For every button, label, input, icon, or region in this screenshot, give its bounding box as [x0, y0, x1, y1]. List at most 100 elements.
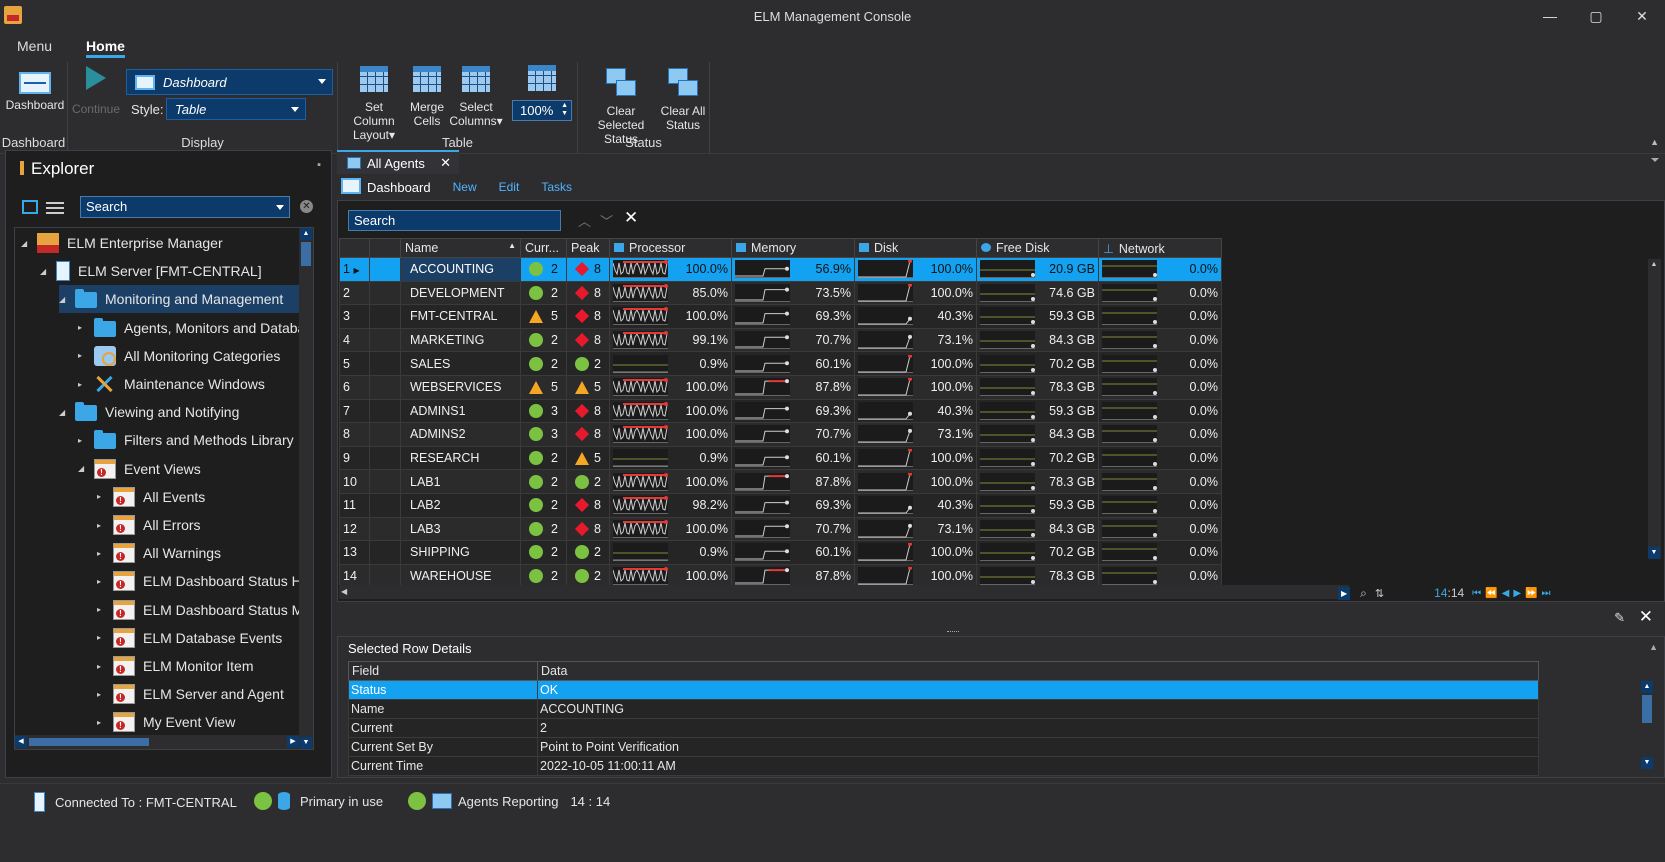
column-header-current[interactable]: Curr...	[520, 238, 567, 258]
table-row[interactable]: 13 SHIPPING 2 2 0.9% 60.1% 100.0% 70.2 GB 0.0%	[339, 540, 1222, 565]
expand-arrow-icon[interactable]: ▸	[97, 718, 107, 727]
tree-view-toggle-icon[interactable]	[22, 196, 70, 218]
details-row[interactable]: Current 2	[348, 718, 1539, 738]
dashboard-button[interactable]: Dashboard	[4, 66, 66, 112]
expand-arrow-icon[interactable]: ▸	[97, 549, 107, 558]
tree-node[interactable]: ▸ Filters and Methods Library	[78, 426, 294, 454]
tree-node[interactable]: ▸ All Monitoring Categories	[78, 342, 280, 370]
clear-all-status-button[interactable]: Clear All Status	[658, 66, 708, 132]
column-header-disk[interactable]: Disk	[854, 238, 977, 258]
cell-name[interactable]: DEVELOPMENT	[400, 280, 521, 306]
scroll-up-arrow-icon[interactable]: ▲	[300, 228, 312, 240]
tree-node[interactable]: ◢ ELM Server [FMT-CENTRAL]	[40, 257, 262, 285]
cell-name[interactable]: LAB1	[400, 469, 521, 494]
details-row[interactable]: Current Time 2022-10-05 11:00:11 AM	[348, 756, 1539, 776]
scroll-left-arrow-icon[interactable]: ◀	[341, 587, 347, 596]
table-row[interactable]: 7 ADMINS1 3 8 100.0% 69.3% 40.3% 59.3 GB 0.0%	[339, 398, 1222, 424]
collapse-arrow-icon[interactable]: ◢	[59, 295, 69, 304]
grid-vertical-scrollbar[interactable]: ▲ ▼	[1648, 259, 1661, 559]
cell-name[interactable]: RESEARCH	[400, 445, 521, 471]
tree-node[interactable]: ▸ Maintenance Windows	[78, 370, 265, 398]
table-row[interactable]: 6 WEBSERVICES 5 5 100.0% 87.8% 100.0% 78.3 GB 0.…	[339, 374, 1222, 400]
cell-name[interactable]: FMT-CENTRAL	[400, 304, 521, 329]
select-columns-button[interactable]: Select Columns▾	[448, 66, 504, 128]
details-row[interactable]: Current Set By Point to Point Verificatio…	[348, 737, 1539, 757]
sort-icon[interactable]: ⇅	[1375, 587, 1384, 600]
collapse-ribbon-icon[interactable]: ▲	[1650, 137, 1659, 147]
column-header-peak[interactable]: Peak	[566, 238, 610, 258]
cell-name[interactable]: LAB2	[400, 492, 521, 518]
scroll-right-arrow-icon[interactable]: ▶	[1338, 586, 1351, 600]
tree-node[interactable]: ◢ Monitoring and Management	[59, 285, 313, 314]
scroll-left-arrow-icon[interactable]: ◀	[15, 736, 27, 748]
cell-name[interactable]: LAB3	[400, 516, 521, 542]
cell-name[interactable]: ADMINS1	[400, 398, 521, 424]
scroll-down-arrow-icon[interactable]: ▼	[1641, 757, 1653, 769]
expand-arrow-icon[interactable]: ▸	[97, 521, 107, 530]
expand-arrow-icon[interactable]: ▸	[97, 662, 107, 671]
explorer-search-input[interactable]: Search	[80, 196, 290, 218]
scroll-thumb[interactable]	[301, 242, 311, 266]
close-tab-icon[interactable]: ✕	[440, 155, 451, 171]
table-row[interactable]: 11 LAB2 2 8 98.2% 69.3% 40.3% 59.3 GB 0.0%	[339, 492, 1222, 518]
find-icon[interactable]: ⌕	[1360, 586, 1367, 601]
clear-search-icon[interactable]: ✕	[300, 200, 313, 213]
pin-icon[interactable]: ▪	[317, 159, 321, 171]
edit-pencil-icon[interactable]: ✎	[1614, 610, 1625, 626]
table-row[interactable]: 3 FMT-CENTRAL 5 8 100.0% 69.3% 40.3% 59.3 GB 0.0…	[339, 304, 1222, 329]
explorer-horizontal-scrollbar[interactable]: ◀ ▶	[15, 735, 299, 749]
collapse-arrow-icon[interactable]: ◢	[59, 408, 69, 417]
tree-node[interactable]: ▸ ELM Server and Agent	[97, 680, 284, 708]
table-row[interactable]: 12 LAB3 2 8 100.0% 70.7% 73.1% 84.3 GB 0.0%	[339, 516, 1222, 542]
table-row[interactable]: 9 RESEARCH 2 5 0.9% 60.1% 100.0% 70.2 GB 0.0%	[339, 445, 1222, 471]
collapse-details-icon[interactable]: ▲	[1649, 642, 1658, 652]
tree-node[interactable]: ▸ All Errors	[97, 511, 201, 539]
tree-node[interactable]: ▸ ELM Dashboard Status Me	[97, 596, 311, 624]
edit-link[interactable]: Edit	[499, 180, 520, 194]
expand-arrow-icon[interactable]: ▸	[78, 436, 88, 445]
tree-node[interactable]: ▸ ELM Database Events	[97, 624, 282, 652]
zoom-spinner[interactable]: 100% ▲ ▼	[512, 100, 572, 121]
maximize-button[interactable]: ▢	[1573, 0, 1619, 32]
expand-arrow-icon[interactable]: ▸	[78, 323, 88, 332]
cell-name[interactable]: SHIPPING	[400, 540, 521, 565]
cell-name[interactable]: ADMINS2	[400, 422, 521, 447]
close-button[interactable]: ✕	[1619, 0, 1665, 32]
clear-selected-status-button[interactable]: Clear Selected Status	[583, 66, 659, 146]
collapse-arrow-icon[interactable]: ◢	[40, 267, 50, 276]
scroll-thumb[interactable]	[29, 738, 149, 746]
table-row[interactable]: 2 DEVELOPMENT 2 8 85.0% 73.5% 100.0% 74.6 GB 0.0…	[339, 280, 1222, 306]
column-header-memory[interactable]: Memory	[731, 238, 855, 258]
minimize-button[interactable]: —	[1527, 0, 1573, 32]
tree-node[interactable]: ◢ Viewing and Notifying	[59, 398, 239, 426]
scroll-up-arrow-icon[interactable]: ▲	[1648, 259, 1660, 271]
search-previous-icon[interactable]: ︿	[578, 211, 591, 230]
table-row[interactable]: 8 ADMINS2 3 8 100.0% 70.7% 73.1% 84.3 GB 0.0%	[339, 422, 1222, 447]
tree-node[interactable]: ▸ All Warnings	[97, 539, 221, 567]
tree-node[interactable]: ▸ ELM Dashboard Status Hig	[97, 567, 313, 595]
tree-node[interactable]: ▸ Agents, Monitors and Databa	[78, 314, 305, 342]
tab-home[interactable]: Home	[69, 38, 142, 60]
tasks-link[interactable]: Tasks	[541, 180, 572, 194]
grid-horizontal-scrollbar[interactable]: ◀	[339, 585, 1349, 599]
continue-button[interactable]: Continue	[68, 66, 124, 116]
expand-arrow-icon[interactable]: ▸	[97, 492, 107, 501]
close-search-icon[interactable]: ✕	[624, 208, 638, 228]
close-details-icon[interactable]: ✕	[1639, 607, 1653, 627]
scroll-thumb[interactable]	[1642, 695, 1652, 723]
expand-arrow-icon[interactable]: ▸	[97, 605, 107, 614]
tree-node[interactable]: ◢ ELM Enterprise Manager	[21, 229, 223, 257]
cell-name[interactable]: SALES	[400, 351, 521, 376]
display-dropdown[interactable]: Dashboard	[126, 69, 333, 95]
collapse-arrow-icon[interactable]: ◢	[21, 239, 31, 248]
pager-navigation-icon[interactable]: ⏮⏪◀▶⏩⏭	[1472, 588, 1554, 599]
merge-cells-button[interactable]: Merge Cells	[406, 66, 448, 128]
cell-name[interactable]: WEBSERVICES	[400, 374, 521, 400]
collapse-arrow-icon[interactable]: ◢	[78, 464, 88, 473]
new-link[interactable]: New	[453, 180, 477, 194]
scroll-right-arrow-icon[interactable]: ▶	[287, 736, 299, 748]
expand-arrow-icon[interactable]: ▸	[78, 380, 88, 389]
details-vertical-scrollbar[interactable]: ▲ ▼	[1640, 681, 1654, 769]
tab-overflow-icon[interactable]	[1651, 158, 1659, 162]
explorer-vertical-scrollbar[interactable]: ▲ ▼	[299, 228, 313, 749]
